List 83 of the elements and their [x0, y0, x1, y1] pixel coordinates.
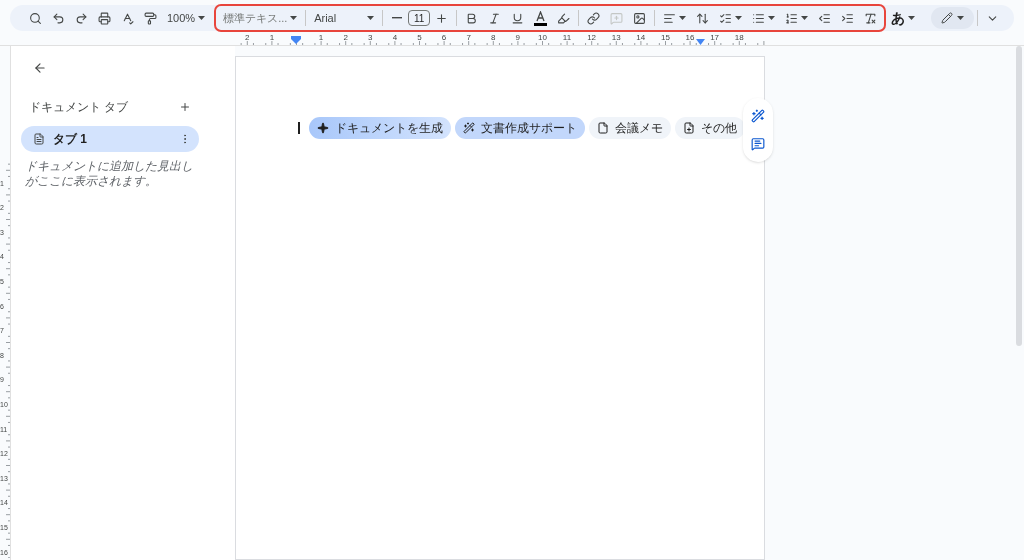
right-indent-marker-icon[interactable] — [696, 39, 705, 45]
increase-indent-icon — [841, 11, 855, 25]
sparkle-icon — [317, 122, 329, 134]
magic-wand-icon — [463, 122, 475, 134]
bold-icon — [465, 11, 479, 25]
ruler-number: 10 — [537, 32, 547, 44]
text-color-icon — [534, 10, 548, 26]
magic-pen-button[interactable] — [751, 109, 765, 123]
caret-icon — [801, 16, 809, 20]
ruler-number: 2 — [343, 32, 348, 44]
caret-icon — [290, 16, 298, 20]
minus-icon — [392, 17, 403, 19]
ruler-number: 12 — [587, 32, 597, 44]
paint-roller-icon — [144, 11, 157, 25]
plus-icon — [179, 101, 191, 113]
align-left-icon — [663, 11, 677, 25]
font-dropdown[interactable]: Arial — [309, 7, 380, 29]
comment-icon — [751, 137, 765, 151]
ruler-number: 7 — [466, 32, 471, 44]
ruler-number: 15 — [660, 32, 670, 44]
caret-icon — [735, 16, 743, 20]
ruler-number: 3 — [368, 32, 373, 44]
search-icon — [29, 11, 42, 25]
ruler-number: 2 — [245, 32, 250, 44]
bulleted-list-icon — [752, 11, 766, 25]
highlighter-icon — [557, 11, 571, 25]
ruler-number: 6 — [441, 32, 447, 44]
line-spacing-icon — [696, 11, 710, 25]
printer-icon — [98, 11, 111, 25]
add-tab-button[interactable] — [179, 101, 191, 113]
checklist-icon — [719, 11, 733, 25]
tab-label: タブ 1 — [53, 131, 88, 148]
headings-hint: ドキュメントに追加した見出しがここに表示されます。 — [24, 159, 194, 189]
ruler-number: 14 — [636, 32, 646, 44]
back-button[interactable] — [33, 61, 47, 75]
underline-icon — [511, 11, 525, 25]
link-icon — [587, 11, 601, 25]
ruler-number: 8 — [491, 32, 496, 44]
ruler-number: 1 — [318, 32, 324, 44]
zoom-dropdown[interactable]: 100% — [162, 7, 211, 29]
ruler-number: 1 — [269, 32, 275, 44]
undo-icon — [52, 11, 65, 25]
caret-icon — [768, 16, 776, 20]
ruler-number: 16 — [685, 32, 695, 44]
caret-icon — [908, 16, 916, 20]
italic-icon — [488, 11, 502, 25]
document-lines-icon — [33, 133, 45, 145]
ruler-number: 18 — [734, 32, 744, 44]
decrease-indent-icon — [818, 11, 832, 25]
suggestion-chip[interactable]: ドキュメントを生成 — [309, 117, 451, 139]
caret-icon — [679, 16, 687, 20]
magic-wand-icon — [751, 109, 765, 123]
ruler-number: 13 — [611, 32, 621, 44]
comment-suggest-button[interactable] — [751, 137, 765, 151]
ruler-number: 5 — [417, 32, 422, 44]
ruler-number: 11 — [562, 32, 572, 44]
caret-icon — [198, 16, 206, 20]
redo-icon — [75, 11, 88, 25]
suggestion-chip[interactable]: その他 — [675, 117, 745, 139]
suggestion-chip[interactable]: 会議メモ — [589, 117, 671, 139]
sidebar-title: ドキュメント タブ — [29, 99, 129, 116]
image-icon — [633, 11, 647, 25]
editing-mode-button[interactable] — [931, 7, 974, 29]
comment-plus-icon — [610, 11, 624, 25]
ruler-number: 4 — [392, 32, 398, 44]
document-plus-icon — [683, 122, 695, 134]
ruler-number: 17 — [710, 32, 720, 44]
caret-icon — [957, 16, 964, 20]
spellcheck-icon — [121, 11, 134, 25]
ruler-number: 9 — [515, 32, 521, 44]
caret-icon — [367, 16, 375, 20]
document-icon — [597, 122, 609, 134]
font-size-field[interactable]: 11 — [408, 10, 431, 26]
paragraph-style-dropdown[interactable]: 標準テキス... — [218, 7, 303, 29]
text-cursor — [298, 122, 300, 134]
input-tools-button[interactable]: あ — [886, 7, 921, 29]
tab-item[interactable]: タブ 1 — [21, 126, 199, 152]
pencil-icon — [941, 12, 953, 24]
plus-icon — [435, 11, 449, 25]
clear-formatting-icon — [864, 11, 878, 25]
suggestion-chip[interactable]: 文書作成サポート — [455, 117, 585, 139]
numbered-list-icon — [785, 11, 799, 25]
indent-marker-icon[interactable] — [291, 36, 302, 44]
